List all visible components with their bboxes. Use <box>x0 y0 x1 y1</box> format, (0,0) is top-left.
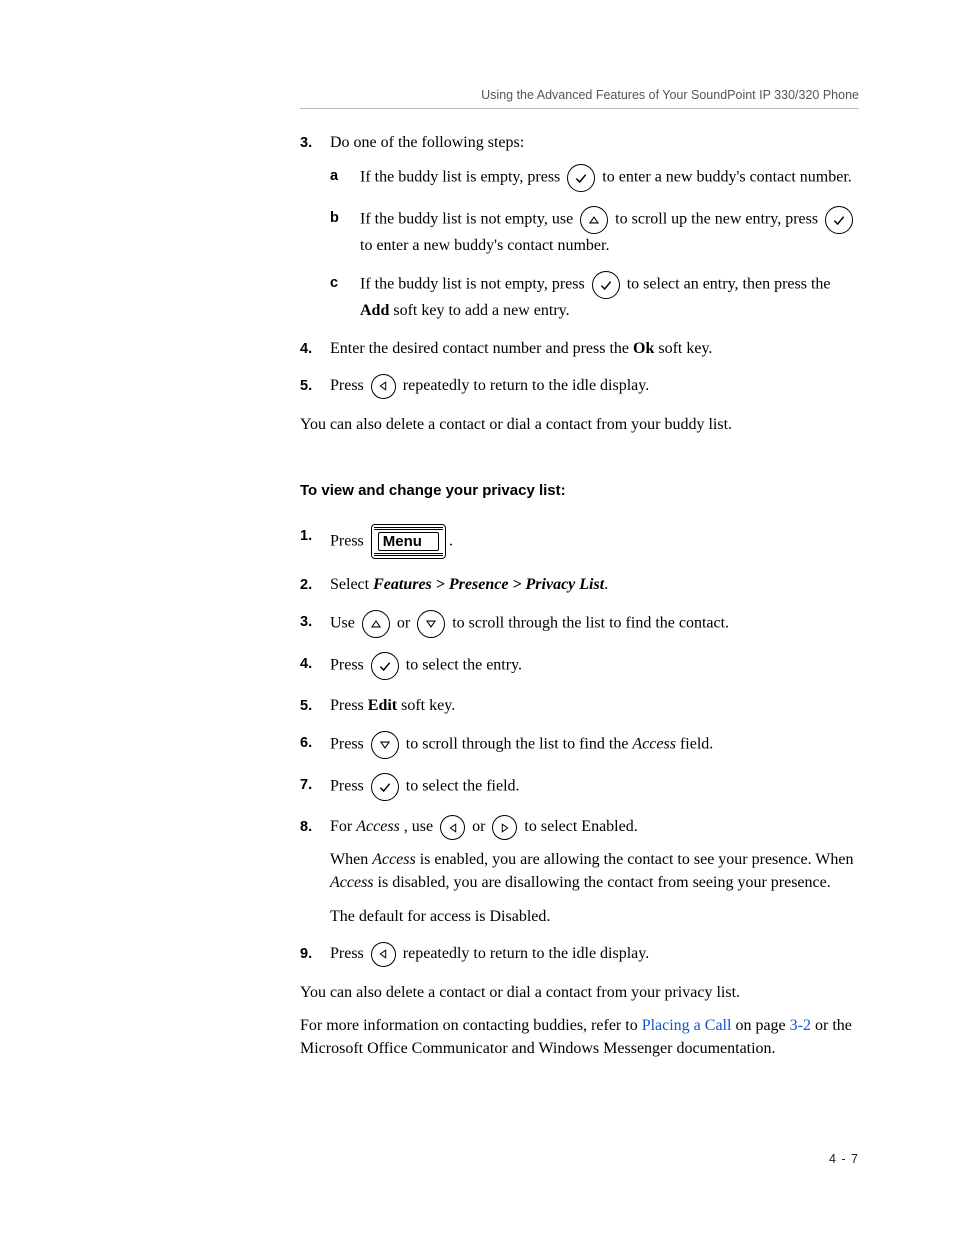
step-4-post: soft key. <box>658 340 712 357</box>
triangle-up-icon <box>362 610 390 638</box>
triangle-down-icon <box>417 610 445 638</box>
access-field-label-3: Access <box>372 851 416 868</box>
menu-path: Features > Presence > Privacy List <box>373 576 604 593</box>
step-3a-text-post: to enter a new buddy's contact number. <box>602 169 851 186</box>
running-header: Using the Advanced Features of Your Soun… <box>300 88 859 108</box>
check-icon <box>567 164 595 192</box>
triangle-left-icon <box>440 815 465 840</box>
trailing-p2-mid: on page <box>735 1017 789 1034</box>
p2-step-2-pre: Select <box>330 576 373 593</box>
p2-step-8-mid2: or <box>472 818 489 835</box>
p2-step-8: For Access , use or to select Enabled. W… <box>300 815 859 928</box>
p2-step-8-para2: The default for access is Disabled. <box>330 905 859 928</box>
p2-step-5: Press Edit soft key. <box>300 694 859 717</box>
p2-step-3-post: to scroll through the list to find the c… <box>452 615 729 632</box>
p2-step-9-pre: Press <box>330 945 368 962</box>
p2-step-2-post: . <box>604 576 608 593</box>
check-icon <box>825 206 853 234</box>
p2-step-6-pre: Press <box>330 736 368 753</box>
ok-softkey-label: Ok <box>633 340 654 357</box>
p2-step-1: Press Menu . <box>300 524 859 559</box>
step-3b-text-pre: If the buddy list is not empty, use <box>360 211 577 228</box>
trailing-p1: You can also delete a contact or dial a … <box>300 981 859 1004</box>
access-field-label-4: Access <box>330 874 374 891</box>
p2-step-6: Press to scroll through the list to find… <box>300 731 859 759</box>
step-3c-text-mid: to select an entry, then press the <box>627 276 831 293</box>
step-4-pre: Enter the desired contact number and pre… <box>330 340 633 357</box>
p2-step-3-pre: Use <box>330 615 359 632</box>
triangle-right-icon <box>492 815 517 840</box>
add-softkey-label: Add <box>360 302 389 319</box>
step-3a-text-pre: If the buddy list is empty, press <box>360 169 564 186</box>
step-5-post: repeatedly to return to the idle display… <box>403 377 649 394</box>
header-rule <box>300 108 859 109</box>
p2-step-6-post: field. <box>680 736 713 753</box>
p2-step-8-post: to select Enabled. <box>524 818 637 835</box>
step-3c-text-post: soft key to add a new entry. <box>393 302 569 319</box>
p2-step-8-para1-post: is disabled, you are disallowing the con… <box>378 874 831 891</box>
triangle-down-icon <box>371 731 399 759</box>
p2-step-3-mid: or <box>397 615 414 632</box>
step-3b: If the buddy list is not empty, use to s… <box>330 206 859 257</box>
access-field-label: Access <box>632 736 676 753</box>
p2-step-5-post: soft key. <box>401 697 455 714</box>
step-5: Press repeatedly to return to the idle d… <box>300 374 859 399</box>
p2-step-4-post: to select the entry. <box>406 657 522 674</box>
p2-step-1-pre: Press <box>330 532 368 549</box>
check-icon <box>371 773 399 801</box>
trailing-p2-pre: For more information on contacting buddi… <box>300 1017 642 1034</box>
access-field-label-2: Access <box>356 818 400 835</box>
p2-step-9: Press repeatedly to return to the idle d… <box>300 942 859 967</box>
step-3-intro: Do one of the following steps: <box>330 134 524 151</box>
p2-step-7: Press to select the field. <box>300 773 859 801</box>
step-3a: If the buddy list is empty, press to ent… <box>330 164 859 192</box>
menu-key-icon: Menu <box>371 524 446 559</box>
trailing-p2: For more information on contacting buddi… <box>300 1014 859 1060</box>
check-icon <box>592 271 620 299</box>
p2-step-8-pre: For <box>330 818 356 835</box>
p2-step-2: Select Features > Presence > Privacy Lis… <box>300 573 859 596</box>
step-5-pre: Press <box>330 377 368 394</box>
step-4: Enter the desired contact number and pre… <box>300 337 859 360</box>
p2-step-7-post: to select the field. <box>406 778 520 795</box>
after-steps-text: You can also delete a contact or dial a … <box>300 413 859 436</box>
p2-step-8-para1-pre: When <box>330 851 372 868</box>
triangle-left-icon <box>371 374 396 399</box>
triangle-left-icon <box>371 942 396 967</box>
step-3c-text-pre: If the buddy list is not empty, press <box>360 276 589 293</box>
p2-step-7-pre: Press <box>330 778 368 795</box>
p2-step-3: Use or to scroll through the list to fin… <box>300 610 859 638</box>
page-footer: 4 - 7 <box>300 1150 859 1168</box>
p2-step-5-pre: Press <box>330 697 368 714</box>
placing-a-call-link[interactable]: Placing a Call <box>642 1017 732 1034</box>
step-3c: If the buddy list is not empty, press to… <box>330 271 859 322</box>
edit-softkey-label: Edit <box>368 697 397 714</box>
menu-key-label: Menu <box>378 532 439 551</box>
step-3b-text-mid: to scroll up the new entry, press <box>615 211 822 228</box>
triangle-up-icon <box>580 206 608 234</box>
step-3: Do one of the following steps: If the bu… <box>300 131 859 323</box>
p2-step-8-mid1: , use <box>404 818 437 835</box>
page-content: Do one of the following steps: If the bu… <box>300 131 859 1169</box>
p2-step-4: Press to select the entry. <box>300 652 859 680</box>
p2-step-9-post: repeatedly to return to the idle display… <box>403 945 649 962</box>
check-icon <box>371 652 399 680</box>
page-3-2-link[interactable]: 3-2 <box>790 1017 811 1034</box>
step-3b-text-post: to enter a new buddy's contact number. <box>360 237 609 254</box>
p2-step-1-post: . <box>449 532 453 549</box>
p2-step-4-pre: Press <box>330 657 368 674</box>
p2-step-8-para1-mid: is enabled, you are allowing the contact… <box>420 851 854 868</box>
privacy-list-subhead: To view and change your privacy list: <box>300 480 859 502</box>
p2-step-6-mid: to scroll through the list to find the <box>406 736 633 753</box>
